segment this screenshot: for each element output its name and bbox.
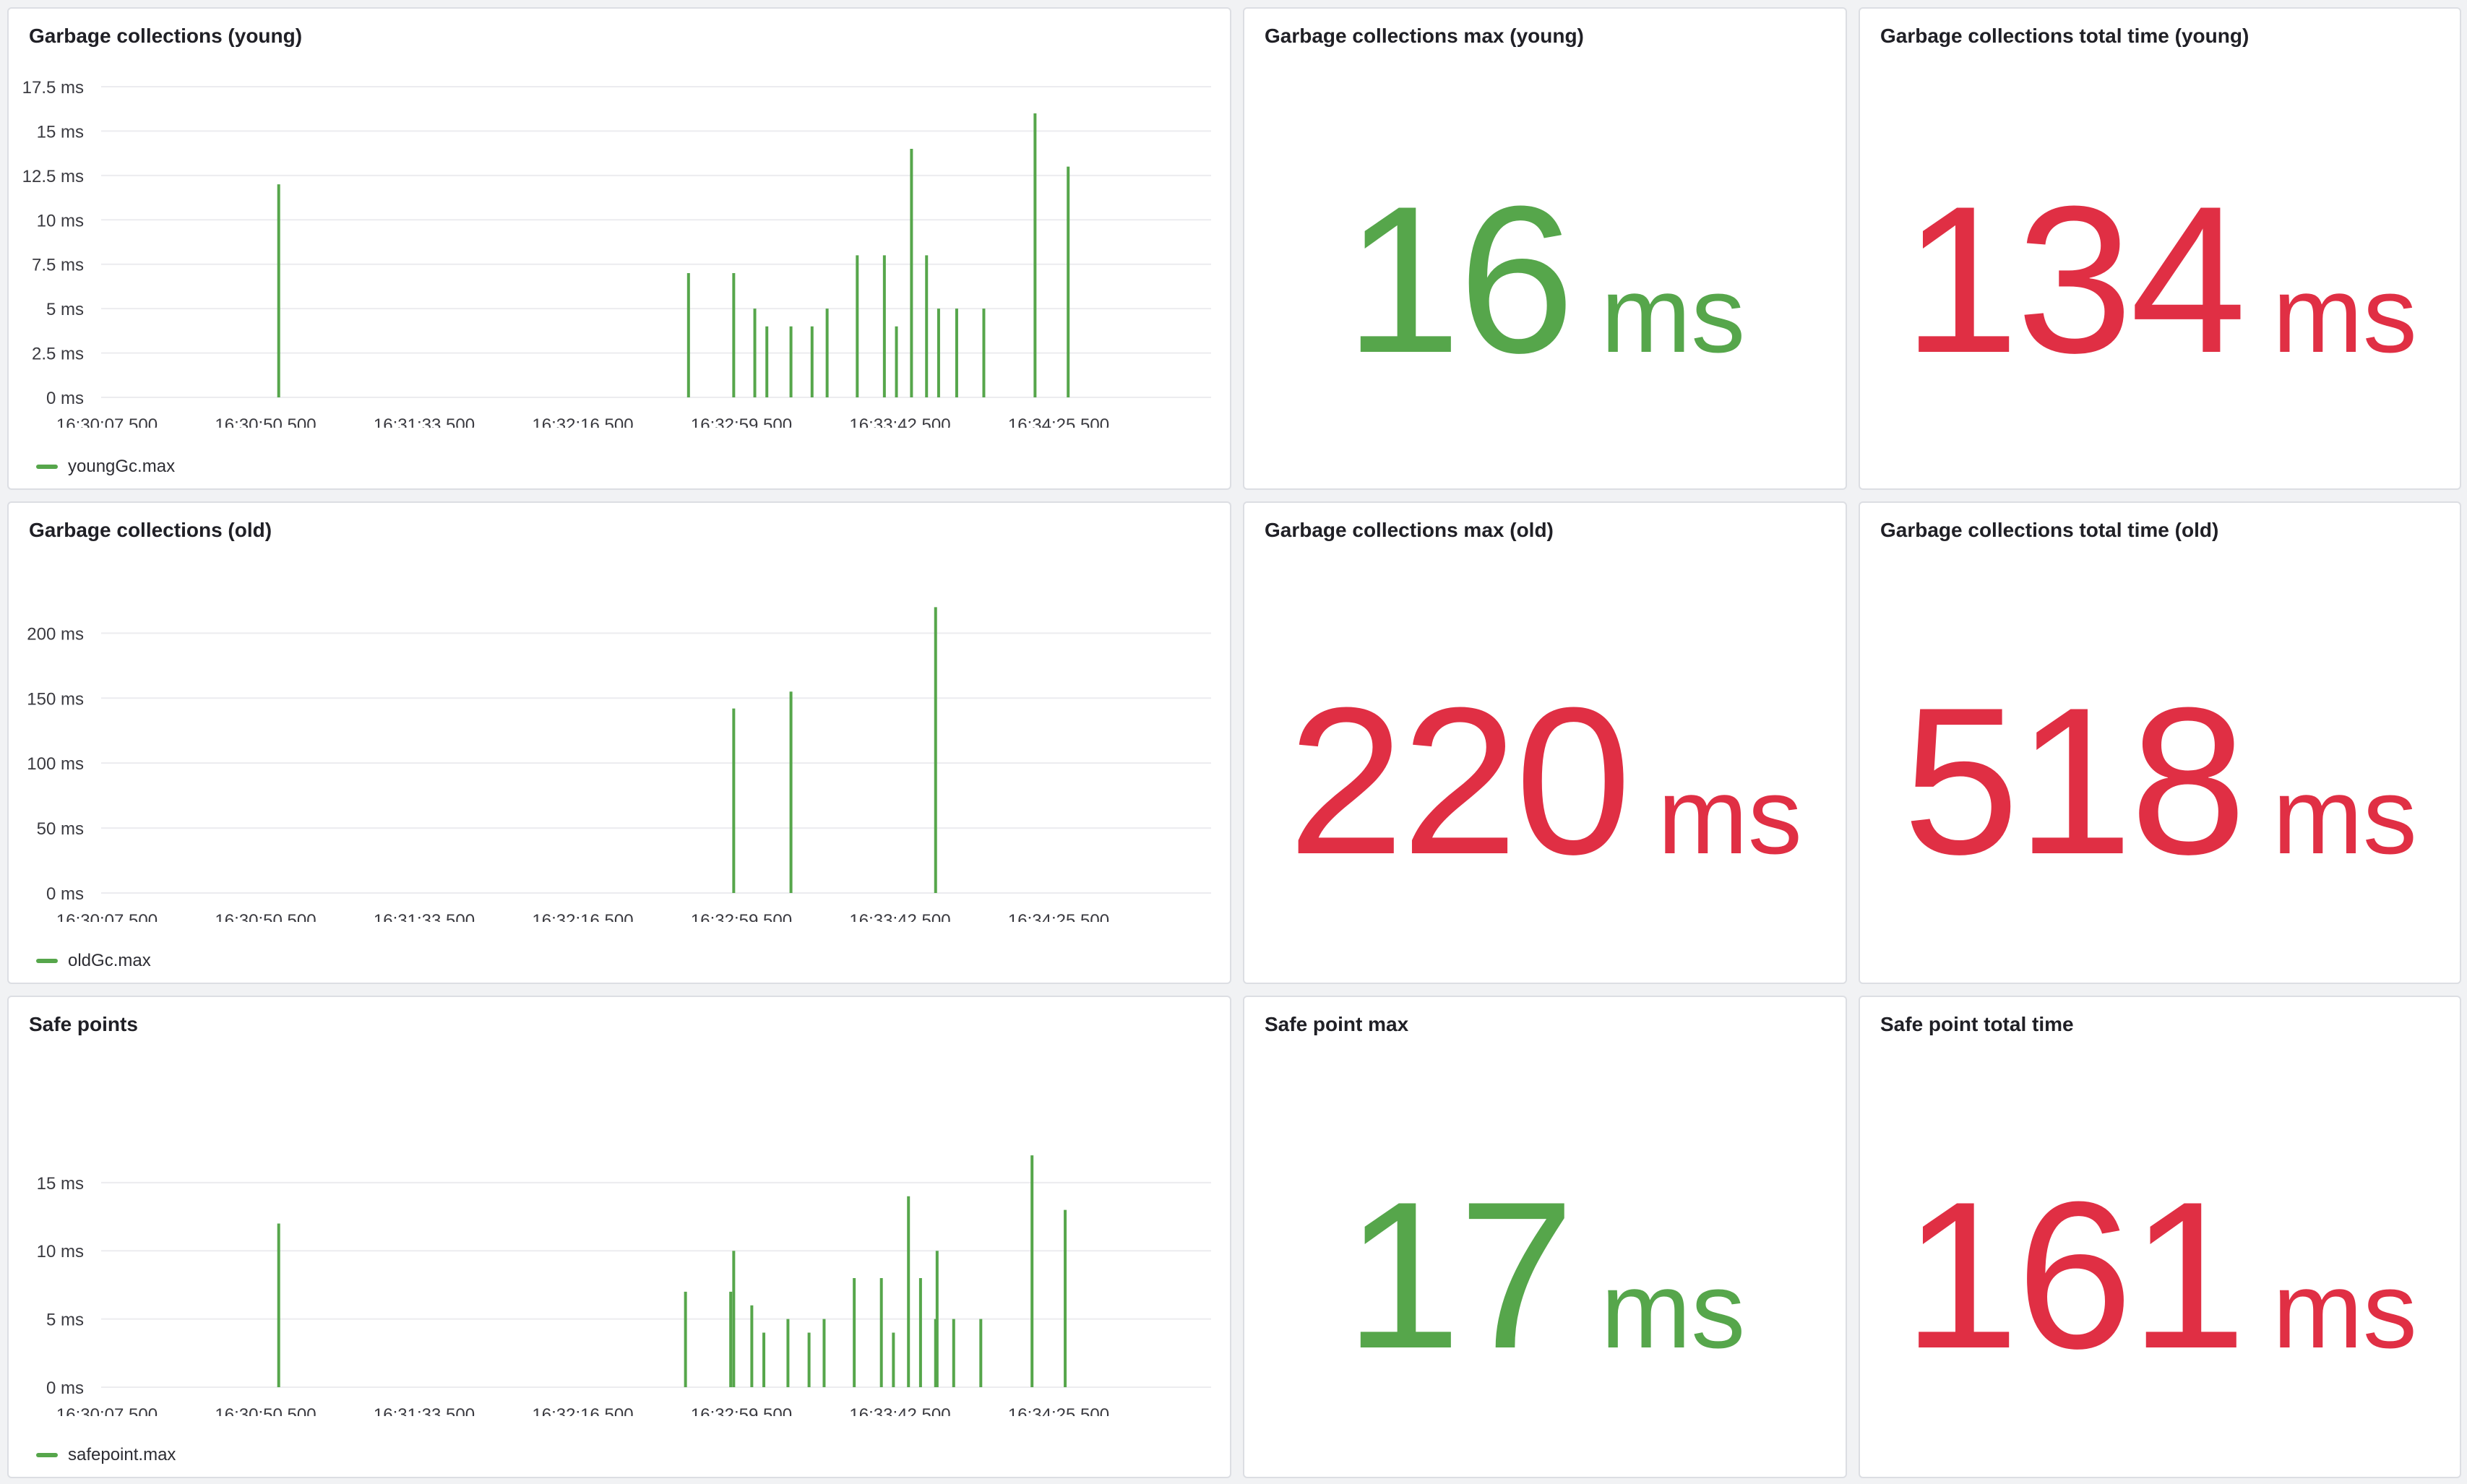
x-tick-label: 16:32:59.500: [691, 415, 792, 428]
y-tick-label: 5 ms: [46, 1311, 84, 1330]
x-tick-label: 16:31:33.500: [374, 911, 475, 922]
legend-color-swatch: [36, 959, 58, 963]
stat-value: 134 ms: [1860, 175, 2460, 384]
y-tick-label: 0 ms: [46, 884, 84, 904]
x-tick-label: 16:30:50.500: [215, 911, 316, 922]
y-tick-label: 7.5 ms: [32, 256, 84, 275]
stat-unit: ms: [1601, 254, 1746, 375]
x-tick-label: 16:30:07.500: [56, 415, 158, 428]
panel-title[interactable]: Garbage collections total time (old): [1880, 519, 2218, 542]
panel-title[interactable]: Garbage collections max (young): [1265, 25, 1584, 48]
legend-label[interactable]: youngGc.max: [68, 457, 175, 477]
old-gc-total-panel: Garbage collections total time (old) 518…: [1859, 501, 2461, 984]
stat-number: 220: [1288, 664, 1632, 898]
stat-unit: ms: [2272, 1249, 2417, 1371]
stat-number: 17: [1344, 1158, 1575, 1392]
y-tick-label: 15 ms: [37, 122, 84, 142]
y-tick-label: 5 ms: [46, 300, 84, 319]
x-tick-label: 16:30:07.500: [56, 1405, 158, 1416]
stat-unit: ms: [1657, 755, 1802, 876]
legend-color-swatch: [36, 465, 58, 469]
young-gc-max-panel: Garbage collections max (young) 16 ms: [1243, 7, 1847, 490]
chart-legend[interactable]: youngGc.max: [36, 457, 175, 477]
y-tick-label: 2.5 ms: [32, 345, 84, 364]
stat-number: 16: [1344, 163, 1575, 397]
panel-title[interactable]: Garbage collections max (old): [1265, 519, 1554, 542]
young-gc-chart: 0 ms 2.5 ms 5 ms 7.5 ms 10 ms 12.5 ms 15 ms 17.…: [22, 78, 1211, 428]
stat-value: 16 ms: [1244, 175, 1846, 384]
y-tick-label: 15 ms: [37, 1174, 84, 1194]
stat-value: 17 ms: [1244, 1170, 1846, 1380]
old-gc-chart-panel: Garbage collections (old) 0 ms 50 ms 100 m…: [7, 501, 1231, 984]
young-gc-total-panel: Garbage collections total time (young) 1…: [1859, 7, 2461, 490]
y-tick-label: 10 ms: [37, 1242, 84, 1261]
stat-value: 161 ms: [1860, 1170, 2460, 1380]
x-tick-label: 16:32:16.500: [532, 415, 633, 428]
y-tick-label: 10 ms: [37, 211, 84, 230]
stat-number: 161: [1903, 1158, 2247, 1392]
stat-number: 134: [1903, 163, 2247, 397]
x-tick-label: 16:34:25.500: [1008, 415, 1109, 428]
x-tick-label: 16:33:42.500: [849, 415, 950, 428]
y-tick-label: 100 ms: [27, 754, 84, 774]
stat-number: 518: [1903, 664, 2247, 898]
x-tick-label: 16:31:33.500: [374, 415, 475, 428]
x-tick-label: 16:34:25.500: [1008, 911, 1109, 922]
panel-title[interactable]: Garbage collections total time (young): [1880, 25, 2249, 48]
safepoint-max-panel: Safe point max 17 ms: [1243, 996, 1847, 1478]
old-gc-max-panel: Garbage collections max (old) 220 ms: [1243, 501, 1847, 984]
x-tick-label: 16:30:50.500: [215, 415, 316, 428]
x-tick-label: 16:34:25.500: [1008, 1405, 1109, 1416]
safepoint-chart-panel: Safe points 0 ms 5 ms 10 ms 15 ms 16:30:07.5…: [7, 996, 1231, 1478]
panel-title[interactable]: Safe point total time: [1880, 1013, 2074, 1036]
y-tick-label: 150 ms: [27, 689, 84, 709]
panel-title[interactable]: Safe point max: [1265, 1013, 1408, 1036]
x-tick-label: 16:32:16.500: [532, 1405, 633, 1416]
young-gc-chart-panel: Garbage collections (young) 0 ms 2.5 ms 5 …: [7, 7, 1231, 490]
stat-unit: ms: [2272, 755, 2417, 876]
legend-label[interactable]: safepoint.max: [68, 1445, 176, 1465]
x-tick-label: 16:32:16.500: [532, 911, 633, 922]
stat-unit: ms: [2272, 254, 2417, 375]
y-tick-label: 0 ms: [46, 389, 84, 408]
y-tick-label: 0 ms: [46, 1379, 84, 1398]
x-tick-label: 16:31:33.500: [374, 1405, 475, 1416]
x-tick-label: 16:32:59.500: [691, 911, 792, 922]
stat-value: 518 ms: [1860, 676, 2460, 886]
x-tick-label: 16:33:42.500: [849, 911, 950, 922]
stat-value: 220 ms: [1244, 676, 1846, 886]
safepoint-chart: 0 ms 5 ms 10 ms 15 ms 16:30:07.500 16:30:50.5…: [37, 1155, 1211, 1416]
chart-legend[interactable]: safepoint.max: [36, 1445, 176, 1465]
x-tick-label: 16:32:59.500: [691, 1405, 792, 1416]
safepoint-total-panel: Safe point total time 161 ms: [1859, 996, 2461, 1478]
legend-color-swatch: [36, 1453, 58, 1457]
y-tick-label: 17.5 ms: [22, 78, 84, 98]
y-tick-label: 200 ms: [27, 624, 84, 644]
x-tick-label: 16:33:42.500: [849, 1405, 950, 1416]
old-gc-chart: 0 ms 50 ms 100 ms 150 ms 200 ms 16:30:07.500 1…: [27, 607, 1211, 922]
chart-legend[interactable]: oldGc.max: [36, 951, 151, 971]
y-tick-label: 12.5 ms: [22, 167, 84, 186]
legend-label[interactable]: oldGc.max: [68, 951, 151, 971]
x-tick-label: 16:30:07.500: [56, 911, 158, 922]
y-tick-label: 50 ms: [37, 819, 84, 839]
stat-unit: ms: [1601, 1249, 1746, 1371]
x-tick-label: 16:30:50.500: [215, 1405, 316, 1416]
